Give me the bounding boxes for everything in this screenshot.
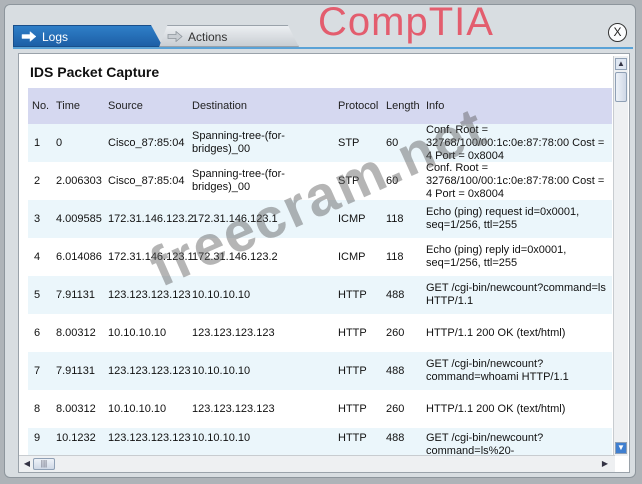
cell-source: 10.10.10.10: [108, 326, 167, 339]
tab-logs[interactable]: Logs: [13, 25, 163, 47]
cell-source: 123.123.123.123: [108, 364, 191, 377]
column-header-source[interactable]: Source: [102, 100, 184, 113]
cell-info: HTTP/1.1 200 OK (text/html): [426, 326, 566, 339]
cell-protocol: ICMP: [338, 250, 366, 263]
table-row[interactable]: 8 8.00312 10.10.10.10 123.123.123.123 HT…: [28, 390, 612, 428]
cell-length: 118: [386, 250, 404, 263]
scroll-down-icon[interactable]: ▼: [615, 442, 627, 454]
table-row[interactable]: 7 7.91131 123.123.123.123 10.10.10.10 HT…: [28, 352, 612, 390]
cell-time: 0: [56, 136, 63, 149]
cell-time: 4.009585: [56, 212, 102, 225]
cell-destination: Spanning-tree-(for-bridges)_00: [192, 130, 285, 155]
cell-source: Cisco_87:85:04: [108, 174, 185, 187]
scroll-up-icon[interactable]: ▲: [615, 58, 627, 70]
cell-protocol: HTTP: [338, 364, 367, 377]
table-row[interactable]: 5 7.91131 123.123.123.123 10.10.10.10 HT…: [28, 276, 612, 314]
cell-time: 6.014086: [56, 250, 102, 263]
vertical-scrollbar[interactable]: ▲ ▼: [613, 56, 628, 456]
cell-protocol: HTTP: [338, 288, 367, 301]
cell-length: 118: [386, 212, 404, 225]
cell-protocol: HTTP: [338, 402, 367, 415]
tab-actions[interactable]: Actions: [159, 25, 299, 47]
column-header-length[interactable]: Length: [380, 100, 422, 113]
cell-length: 488: [386, 364, 405, 377]
panel-title: IDS Packet Capture: [30, 64, 160, 80]
table-row[interactable]: 6 8.00312 10.10.10.10 123.123.123.123 HT…: [28, 314, 612, 352]
close-button[interactable]: X: [608, 23, 627, 42]
cell-time: 7.91131: [56, 364, 95, 377]
cell-protocol: HTTP: [338, 432, 367, 444]
cell-protocol: HTTP: [338, 326, 367, 339]
log-panel: IDS Packet Capture No. Time Source Desti…: [18, 53, 630, 473]
cell-time: 7.91131: [56, 288, 95, 301]
window-frame: Logs Actions X IDS Packet Capture No. Ti…: [4, 4, 636, 478]
cell-length: 488: [386, 288, 405, 301]
cell-no: 6: [34, 326, 41, 339]
cell-source: 10.10.10.10: [108, 402, 167, 415]
cell-no: 3: [34, 212, 41, 225]
cell-destination: 10.10.10.10: [192, 288, 251, 301]
cell-source: Cisco_87:85:04: [108, 136, 185, 149]
cell-info: Echo (ping) reply id=0x0001, seq=1/256, …: [426, 244, 567, 269]
column-header-protocol[interactable]: Protocol: [334, 100, 380, 113]
cell-length: 260: [386, 326, 405, 339]
cell-destination: 123.123.123.123: [192, 402, 275, 415]
cell-source: 123.123.123.123: [108, 432, 191, 444]
cell-time: 10.1232: [56, 432, 96, 444]
cell-length: 488: [386, 432, 405, 444]
horizontal-scrollbar[interactable]: ◀ ||| ▶: [19, 455, 615, 472]
cell-destination: 10.10.10.10: [192, 432, 251, 444]
cell-info: GET /cgi-bin/newcount?command=whoami HTT…: [426, 358, 569, 383]
horizontal-scroll-thumb[interactable]: |||: [33, 458, 55, 470]
table-header: No. Time Source Destination Protocol Len…: [28, 88, 612, 124]
column-header-time[interactable]: Time: [48, 100, 102, 113]
packet-table: No. Time Source Destination Protocol Len…: [28, 88, 612, 462]
cell-no: 8: [34, 402, 41, 415]
arrow-right-icon: [21, 31, 37, 42]
column-header-no[interactable]: No.: [28, 100, 49, 113]
scroll-left-icon[interactable]: ◀: [21, 458, 33, 470]
comptia-logo: CompTIA: [318, 0, 494, 44]
table-row[interactable]: 4 6.014086 172.31.146.123.1 172.31.146.1…: [28, 238, 612, 276]
actions-icon: [167, 31, 183, 42]
cell-destination: 10.10.10.10: [192, 364, 251, 377]
cell-time: 8.00312: [56, 402, 96, 415]
cell-length: 260: [386, 402, 405, 415]
cell-no: 9: [34, 432, 41, 444]
cell-time: 2.006303: [56, 174, 102, 187]
cell-info: GET /cgi-bin/newcount?command=ls HTTP/1.…: [426, 282, 606, 307]
close-icon: X: [613, 25, 622, 39]
scroll-right-icon[interactable]: ▶: [599, 458, 611, 470]
tab-logs-label: Logs: [42, 30, 69, 44]
column-header-destination[interactable]: Destination: [184, 100, 334, 113]
vertical-scroll-thumb[interactable]: [615, 72, 627, 102]
cell-no: 5: [34, 288, 41, 301]
cell-no: 1: [34, 136, 41, 149]
cell-info: Echo (ping) request id=0x0001, seq=1/256…: [426, 206, 580, 231]
cell-source: 172.31.146.123.2: [108, 212, 194, 225]
cell-no: 4: [34, 250, 41, 263]
cell-time: 8.00312: [56, 326, 96, 339]
cell-no: 7: [34, 364, 41, 377]
cell-info: HTTP/1.1 200 OK (text/html): [426, 402, 566, 415]
table-row[interactable]: 1 0 Cisco_87:85:04 Spanning-tree-(for-br…: [28, 124, 612, 162]
tab-actions-label: Actions: [188, 30, 228, 44]
cell-no: 2: [34, 174, 41, 187]
cell-destination: 123.123.123.123: [192, 326, 275, 339]
